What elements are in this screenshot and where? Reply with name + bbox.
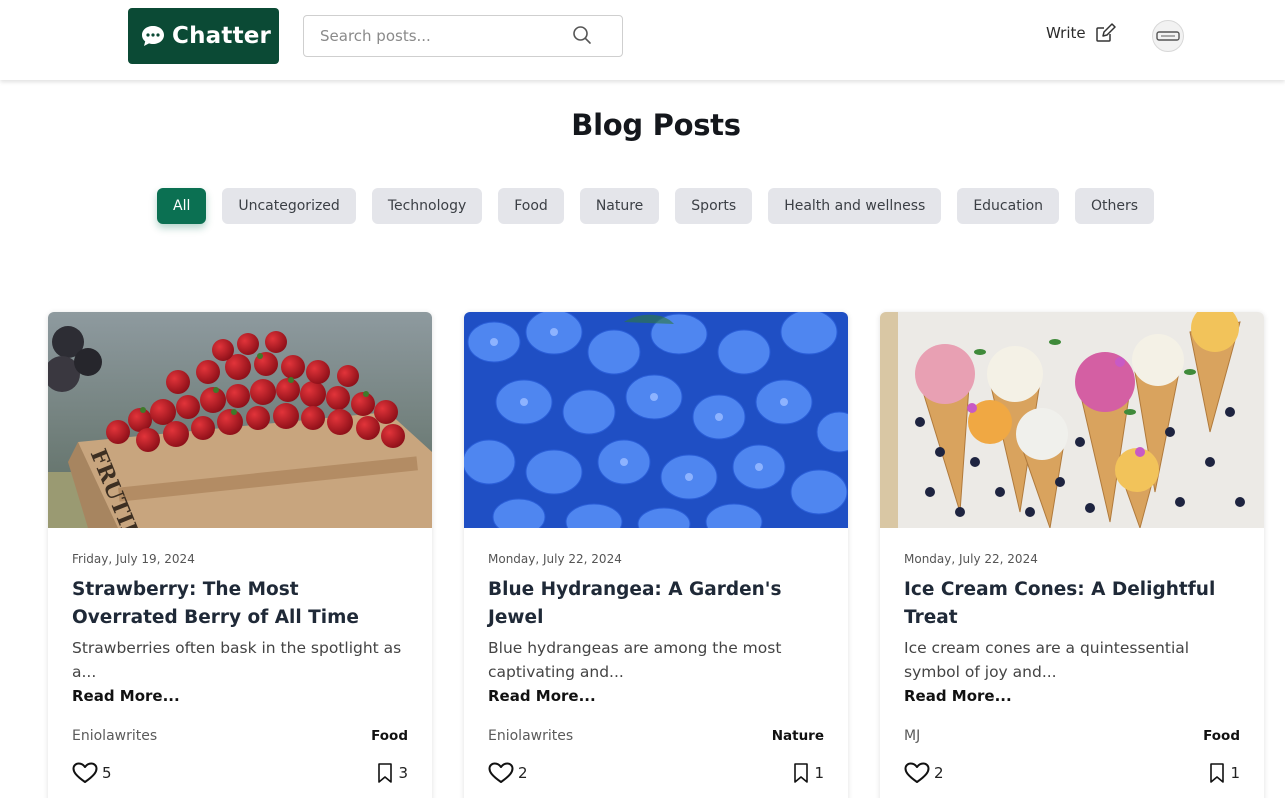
bookmark-icon <box>794 763 809 783</box>
bookmark-button[interactable]: 1 <box>1208 762 1240 784</box>
post-excerpt: Ice cream cones are a quintessential sym… <box>904 639 1190 681</box>
write-label: Write <box>1046 24 1086 42</box>
like-button[interactable]: 5 <box>72 762 112 784</box>
chatter-logo[interactable]: Chatter <box>128 8 279 64</box>
heart-icon <box>72 762 98 783</box>
post-card[interactable]: FRUTILLAS Friday, July 19, 2024 Strawber… <box>48 312 432 798</box>
filter-health-and-wellness[interactable]: Health and wellness <box>768 188 942 224</box>
bookmark-button[interactable]: 1 <box>792 762 824 784</box>
read-more-link[interactable]: Read More... <box>72 684 408 708</box>
post-author[interactable]: MJ <box>904 728 920 744</box>
post-author[interactable]: Eniolawrites <box>72 728 157 744</box>
like-button[interactable]: 2 <box>904 762 944 784</box>
bookmark-icon <box>378 763 393 783</box>
like-count: 2 <box>934 764 944 782</box>
post-category[interactable]: Food <box>1203 728 1240 744</box>
post-category[interactable]: Food <box>371 728 408 744</box>
post-title[interactable]: Strawberry: The Most Overrated Berry of … <box>72 576 408 632</box>
logo-text: Chatter <box>172 23 272 49</box>
post-date: Monday, July 22, 2024 <box>904 552 1038 566</box>
search-box <box>303 15 623 57</box>
write-button[interactable]: Write <box>1046 22 1116 44</box>
post-category[interactable]: Nature <box>772 728 824 744</box>
filter-technology[interactable]: Technology <box>371 188 483 224</box>
post-excerpt: Strawberries often bask in the spotlight… <box>72 639 402 681</box>
post-image-blue-hydrangea[interactable] <box>464 312 848 528</box>
post-date: Friday, July 19, 2024 <box>72 552 195 566</box>
bookmark-button[interactable]: 3 <box>376 762 408 784</box>
top-header: Chatter Write <box>0 0 1285 80</box>
chat-bubble-icon <box>142 26 164 46</box>
post-excerpt: Blue hydrangeas are among the most capti… <box>488 639 782 681</box>
bookmark-count: 3 <box>398 764 408 782</box>
like-button[interactable]: 2 <box>488 762 528 784</box>
filter-all[interactable]: All <box>157 188 207 224</box>
avatar-icon <box>1156 31 1180 41</box>
post-image-ice-cream-cones[interactable] <box>880 312 1264 528</box>
user-avatar[interactable] <box>1152 20 1184 52</box>
filter-education[interactable]: Education <box>957 188 1060 224</box>
post-date: Monday, July 22, 2024 <box>488 552 622 566</box>
post-author[interactable]: Eniolawrites <box>488 728 573 744</box>
post-title[interactable]: Ice Cream Cones: A Delightful Treat <box>904 576 1240 632</box>
heart-icon <box>904 762 930 783</box>
search-input[interactable] <box>320 17 570 55</box>
post-image-strawberries[interactable]: FRUTILLAS <box>48 312 432 528</box>
like-count: 2 <box>518 764 528 782</box>
filter-food[interactable]: Food <box>498 188 564 224</box>
heart-icon <box>488 762 514 783</box>
search-icon[interactable] <box>572 25 592 45</box>
page-title: Blog Posts <box>571 108 741 142</box>
post-card[interactable]: Monday, July 22, 2024 Blue Hydrangea: A … <box>464 312 848 798</box>
filter-nature[interactable]: Nature <box>579 188 660 224</box>
bookmark-count: 1 <box>814 764 824 782</box>
read-more-link[interactable]: Read More... <box>488 684 824 708</box>
category-filters: All Uncategorized Technology Food Nature… <box>157 188 1155 224</box>
filter-sports[interactable]: Sports <box>675 188 753 224</box>
bookmark-icon <box>1210 763 1225 783</box>
like-count: 5 <box>102 764 112 782</box>
filter-uncategorized[interactable]: Uncategorized <box>222 188 356 224</box>
filter-others[interactable]: Others <box>1075 188 1155 224</box>
read-more-link[interactable]: Read More... <box>904 684 1240 708</box>
edit-icon <box>1095 23 1116 42</box>
post-card[interactable]: Monday, July 22, 2024 Ice Cream Cones: A… <box>880 312 1264 798</box>
post-title[interactable]: Blue Hydrangea: A Garden's Jewel <box>488 576 824 632</box>
bookmark-count: 1 <box>1230 764 1240 782</box>
